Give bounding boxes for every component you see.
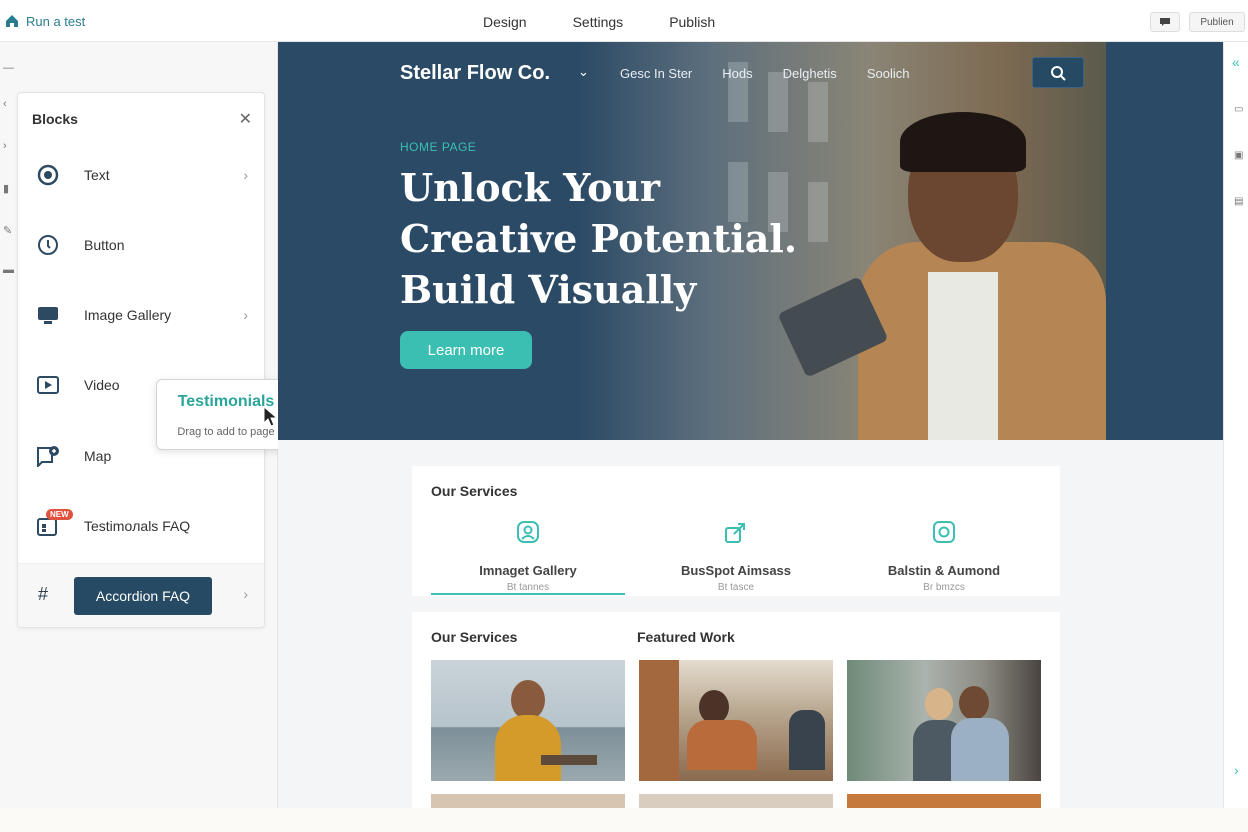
block-label: Video (84, 377, 120, 393)
page-canvas: Stellar Flow Co. ⌄ Gesc In Ster Hods Del… (278, 42, 1223, 832)
rail-layers-icon[interactable]: ▬ (3, 264, 14, 276)
tab-settings[interactable]: Settings (573, 14, 624, 30)
rail-tool-icon[interactable]: ▮ (3, 182, 9, 195)
block-label: Image Gallery (84, 307, 172, 323)
hero-title-line: Creative Potential. (400, 216, 798, 261)
blocks-title: Blocks (32, 111, 78, 127)
service-item[interactable]: Balstin & Aumond Br bmzcs (847, 520, 1041, 593)
blocks-panel: Blocks ✕ Text › Button Image Gallery › V… (17, 92, 265, 628)
hero-section: Stellar Flow Co. ⌄ Gesc In Ster Hods Del… (278, 42, 1223, 440)
service-item[interactable]: BusSpot Aimsass Bt tasce (639, 520, 833, 593)
service-sub: Bt tannes (506, 582, 550, 593)
chevron-right-icon[interactable]: › (1234, 762, 1239, 778)
run-test-link[interactable]: Run a test (4, 13, 85, 29)
hero-eyebrow: HOME PAGE (400, 140, 477, 154)
block-item-button[interactable]: Button (18, 220, 264, 270)
text-block-icon (36, 163, 60, 187)
block-label: Map (84, 448, 112, 464)
search-icon (1051, 65, 1066, 81)
services-title: Our Services (431, 483, 518, 499)
site-nav: Gesc In Ster Hods Delghetis Soolich (620, 66, 909, 81)
work-thumbnail[interactable] (847, 660, 1041, 781)
service-label: Imnaget Gallery (479, 563, 577, 578)
new-badge: NEW (46, 509, 73, 520)
accordion-faq-button[interactable]: Accordion FAQ (74, 577, 212, 615)
hero-edge (1106, 42, 1223, 440)
top-bar: Run a test Design Settings Publish Publi… (0, 0, 1248, 42)
block-label: Testimoлals FAQ (84, 518, 191, 534)
top-nav: Design Settings Publish (483, 14, 715, 30)
block-item-image-gallery[interactable]: Image Gallery › (18, 290, 264, 340)
close-icon[interactable]: ✕ (239, 109, 252, 129)
video-icon (36, 373, 60, 397)
services-card: Our Services Imnaget Gallery Bt tannes B… (412, 466, 1060, 596)
work-services-title: Our Services (431, 629, 518, 645)
hero-title-line: Build Visually (400, 267, 697, 312)
chevron-right-icon: › (243, 307, 248, 323)
hero-title: Unlock Your Creative Potential. Build Vi… (400, 162, 800, 315)
chevron-right-icon[interactable]: › (3, 140, 7, 152)
tab-design[interactable]: Design (483, 14, 527, 30)
service-item[interactable]: Imnaget Gallery Bt tannes (431, 520, 625, 593)
chevron-down-icon[interactable]: ⌄ (578, 64, 589, 80)
hash-icon: # (38, 584, 49, 604)
work-thumbnail[interactable] (431, 660, 625, 781)
block-label: Text (84, 167, 110, 183)
site-nav-item[interactable]: Gesc In Ster (620, 66, 692, 81)
button-block-icon (36, 233, 60, 257)
block-item-testimonials-faq[interactable]: NEW Testimoлals FAQ (18, 501, 264, 551)
block-item-text[interactable]: Text › (18, 150, 264, 200)
run-test-label: Run a test (26, 13, 86, 29)
service-sub: Bt tasce (717, 582, 755, 593)
site-nav-item[interactable]: Soolich (867, 66, 910, 81)
map-icon (36, 444, 60, 468)
window-icon[interactable]: ▣ (1234, 150, 1243, 161)
tab-publish[interactable]: Publish (669, 14, 715, 30)
user-circle-icon (517, 521, 539, 543)
panel-footer: # Accordion FAQ › (18, 563, 264, 627)
block-label: Button (84, 237, 125, 253)
camera-icon (933, 521, 955, 543)
person-hair (900, 112, 1026, 172)
chevron-right-icon[interactable]: › (243, 586, 248, 602)
mouse-cursor-icon (263, 406, 279, 427)
double-chevron-left-icon[interactable]: « (1232, 54, 1240, 70)
comment-icon[interactable]: ▭ (1234, 104, 1243, 115)
chevron-right-icon: › (243, 167, 248, 183)
rail-edit-icon[interactable]: ✎ (3, 224, 12, 237)
service-label: Balstin & Aumond (887, 563, 1001, 578)
home-icon (6, 15, 18, 27)
featured-work-card: Our Services Featured Work (412, 612, 1060, 832)
person-shirt (928, 272, 998, 440)
brand-logo[interactable]: Stellar Flow Co. (400, 62, 550, 85)
publish-button[interactable]: Publien (1189, 12, 1245, 32)
hero-title-line: Unlock Your (400, 165, 661, 210)
featured-work-title: Featured Work (637, 629, 735, 645)
collapse-icon[interactable]: — (3, 62, 14, 74)
service-label: BusSpot Aimsass (680, 563, 792, 578)
chevron-left-icon[interactable]: ‹ (3, 98, 7, 110)
site-nav-item[interactable]: Delghetis (783, 66, 837, 81)
work-thumbnail[interactable] (639, 660, 833, 781)
learn-more-button[interactable]: Learn more (400, 331, 532, 369)
right-sidebar: « ▭ ▣ ▤ › (1223, 42, 1248, 832)
bottom-strip (0, 808, 1248, 832)
site-nav-item[interactable]: Hods (722, 66, 752, 81)
comments-button[interactable] (1150, 12, 1180, 32)
image-gallery-icon (36, 303, 60, 327)
active-tab-underline (431, 593, 625, 595)
comment-icon (1160, 18, 1170, 26)
service-sub: Br bmzcs (923, 582, 965, 593)
search-button[interactable] (1032, 57, 1084, 88)
share-box-icon (725, 523, 745, 543)
calendar-icon[interactable]: ▤ (1234, 196, 1243, 207)
